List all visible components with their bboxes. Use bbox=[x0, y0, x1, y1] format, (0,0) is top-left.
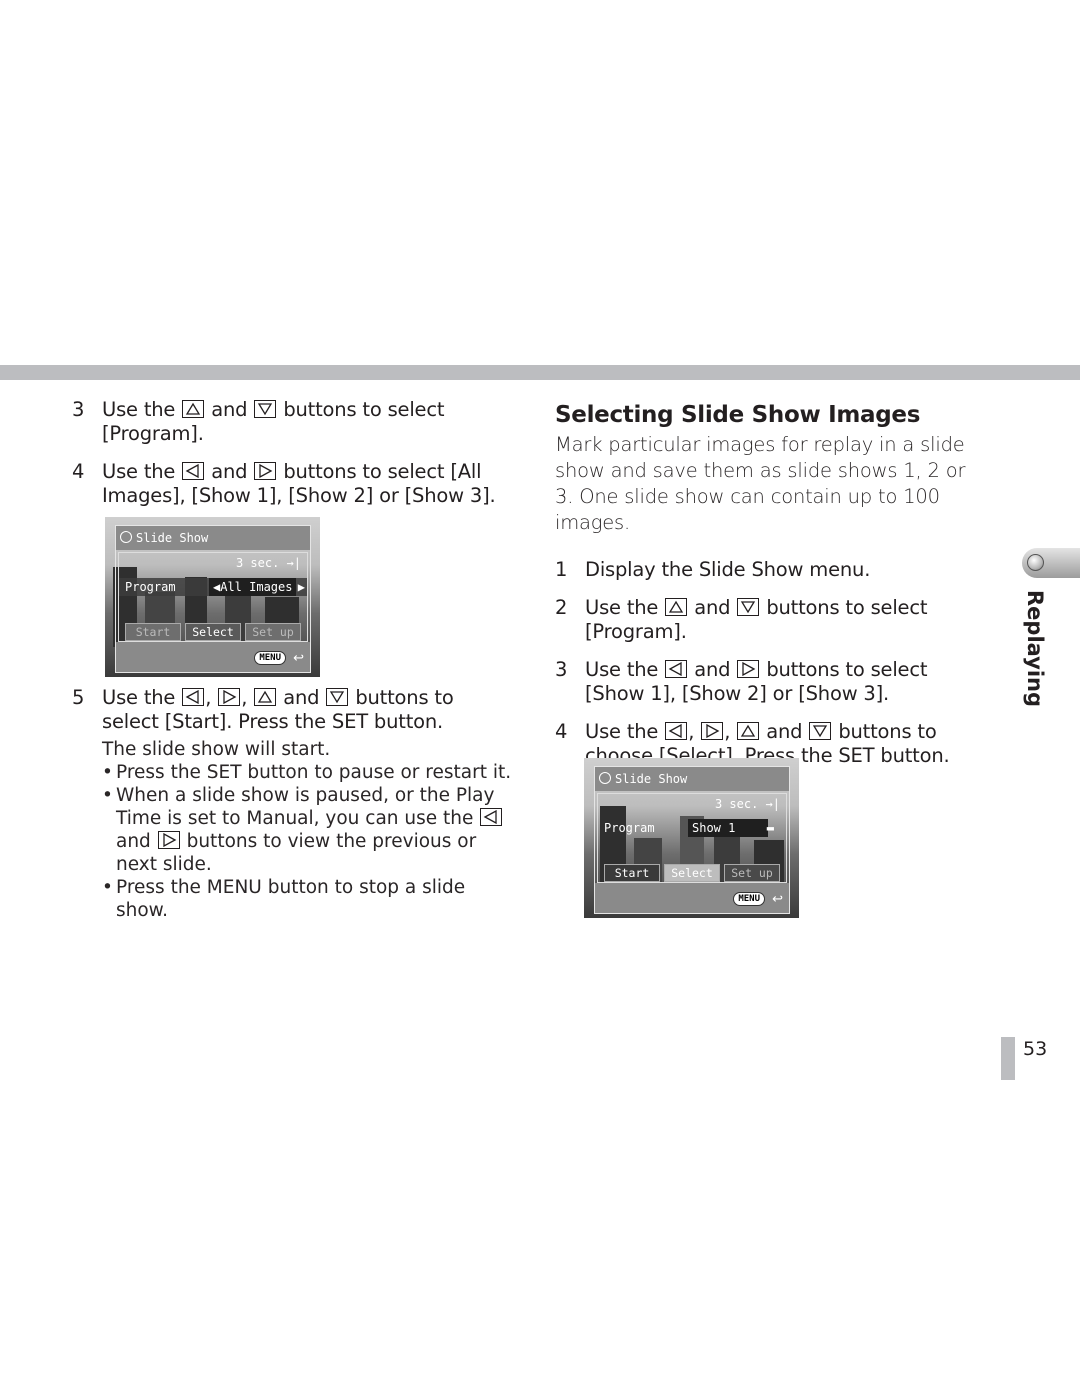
menu-header: Slide Show bbox=[116, 526, 310, 550]
step-1: 1 Display the Slide Show menu. bbox=[555, 558, 985, 582]
setup-button: Set up bbox=[724, 864, 780, 882]
step-text: Use the and buttons to select [Program]. bbox=[585, 596, 928, 643]
step-number: 5 bbox=[72, 686, 85, 709]
step-number: 1 bbox=[555, 558, 568, 581]
bullet-item: • When a slide show is paused, or the Pl… bbox=[102, 784, 512, 876]
menu-icon: MENU bbox=[733, 892, 765, 906]
menu-panel: Slide Show 3 sec. →| Program Show 1 ▬ St… bbox=[594, 766, 790, 914]
setup-button: Set up bbox=[245, 623, 301, 641]
right-button-icon bbox=[254, 462, 277, 480]
section-label: Replaying bbox=[1023, 590, 1047, 708]
play-time: 3 sec. →| bbox=[235, 556, 301, 570]
left-button-icon bbox=[665, 660, 688, 678]
menu-panel: Slide Show 3 sec. →| Program ◀All Images… bbox=[115, 525, 311, 673]
slideshow-icon bbox=[120, 531, 132, 543]
up-button-icon bbox=[665, 598, 688, 616]
up-button-icon bbox=[182, 400, 205, 418]
camera-screen-show-1: Slide Show 3 sec. →| Program Show 1 ▬ St… bbox=[584, 758, 799, 918]
step-number: 4 bbox=[72, 460, 85, 483]
right-button-icon bbox=[218, 688, 241, 706]
left-button-icon bbox=[480, 808, 503, 826]
start-button: Start bbox=[604, 864, 660, 882]
down-button-icon bbox=[737, 598, 760, 616]
right-column: Selecting Slide Show Images Mark particu… bbox=[555, 402, 985, 782]
left-column: 3 Use the and buttons to select [Program… bbox=[72, 398, 512, 522]
slideshow-icon bbox=[599, 772, 611, 784]
step-number: 3 bbox=[555, 658, 568, 681]
tab-knob-icon bbox=[1027, 554, 1044, 571]
menu-icon: MENU bbox=[254, 651, 286, 665]
left-button-icon bbox=[182, 688, 205, 706]
page-number-bar bbox=[1001, 1037, 1015, 1080]
section-tab bbox=[1022, 548, 1080, 578]
step-number: 2 bbox=[555, 596, 568, 619]
play-time: 3 sec. →| bbox=[714, 797, 780, 811]
left-button-icon bbox=[182, 462, 205, 480]
start-button: Start bbox=[125, 623, 181, 641]
step-text: Use the and buttons to select [All Image… bbox=[102, 460, 496, 507]
step-3: 3 Use the and buttons to select [Show 1]… bbox=[555, 658, 985, 706]
left-column-lower: 5 Use the , , and buttons to select [Sta… bbox=[72, 686, 512, 922]
step-text: Use the , , and buttons to select [Start… bbox=[102, 686, 454, 733]
step-3: 3 Use the and buttons to select [Program… bbox=[72, 398, 512, 446]
up-button-icon bbox=[737, 722, 760, 740]
step-text: Display the Slide Show menu. bbox=[585, 558, 871, 581]
step-number: 4 bbox=[555, 720, 568, 743]
right-button-icon bbox=[737, 660, 760, 678]
return-icon: ↩ bbox=[293, 651, 304, 666]
bullet-item: • Press the SET button to pause or restar… bbox=[102, 762, 512, 783]
program-row: Program Show 1 ▬ bbox=[604, 819, 774, 837]
right-button-icon bbox=[701, 722, 724, 740]
step-2: 2 Use the and buttons to select [Program… bbox=[555, 596, 985, 644]
right-button-icon bbox=[157, 831, 180, 849]
program-row: Program ◀All Images ▶ bbox=[119, 578, 307, 596]
step-4: 4 Use the and buttons to select [All Ima… bbox=[72, 460, 512, 508]
select-button: Select bbox=[664, 864, 720, 882]
left-button-icon bbox=[665, 722, 688, 740]
menu-header: Slide Show bbox=[595, 767, 789, 791]
right-arrow-icon: ▶ bbox=[297, 580, 305, 594]
down-button-icon bbox=[254, 400, 277, 418]
section-heading: Selecting Slide Show Images bbox=[555, 402, 921, 428]
step-number: 3 bbox=[72, 398, 85, 421]
marker-icon: ▬ bbox=[766, 821, 774, 835]
bullet-item: • Press the MENU button to stop a slide s… bbox=[102, 877, 466, 921]
return-icon: ↩ bbox=[772, 892, 783, 907]
camera-screen-all-images: Slide Show 3 sec. →| Program ◀All Images… bbox=[105, 517, 320, 677]
step-5: 5 Use the , , and buttons to select [Sta… bbox=[72, 686, 512, 734]
step-text: Use the and buttons to select [Show 1], … bbox=[585, 658, 928, 705]
select-button: Select bbox=[185, 623, 241, 641]
header-bar bbox=[0, 365, 1080, 380]
up-button-icon bbox=[254, 688, 277, 706]
step-5-result: The slide show will start. bbox=[102, 739, 331, 760]
page-number: 53 bbox=[1023, 1038, 1048, 1060]
down-button-icon bbox=[809, 722, 832, 740]
section-intro: Mark particular images for replay in a s… bbox=[555, 433, 966, 534]
program-value: ◀All Images bbox=[209, 578, 297, 596]
down-button-icon bbox=[326, 688, 349, 706]
program-value: Show 1 bbox=[688, 819, 768, 837]
step-text: Use the and buttons to select [Program]. bbox=[102, 398, 445, 445]
